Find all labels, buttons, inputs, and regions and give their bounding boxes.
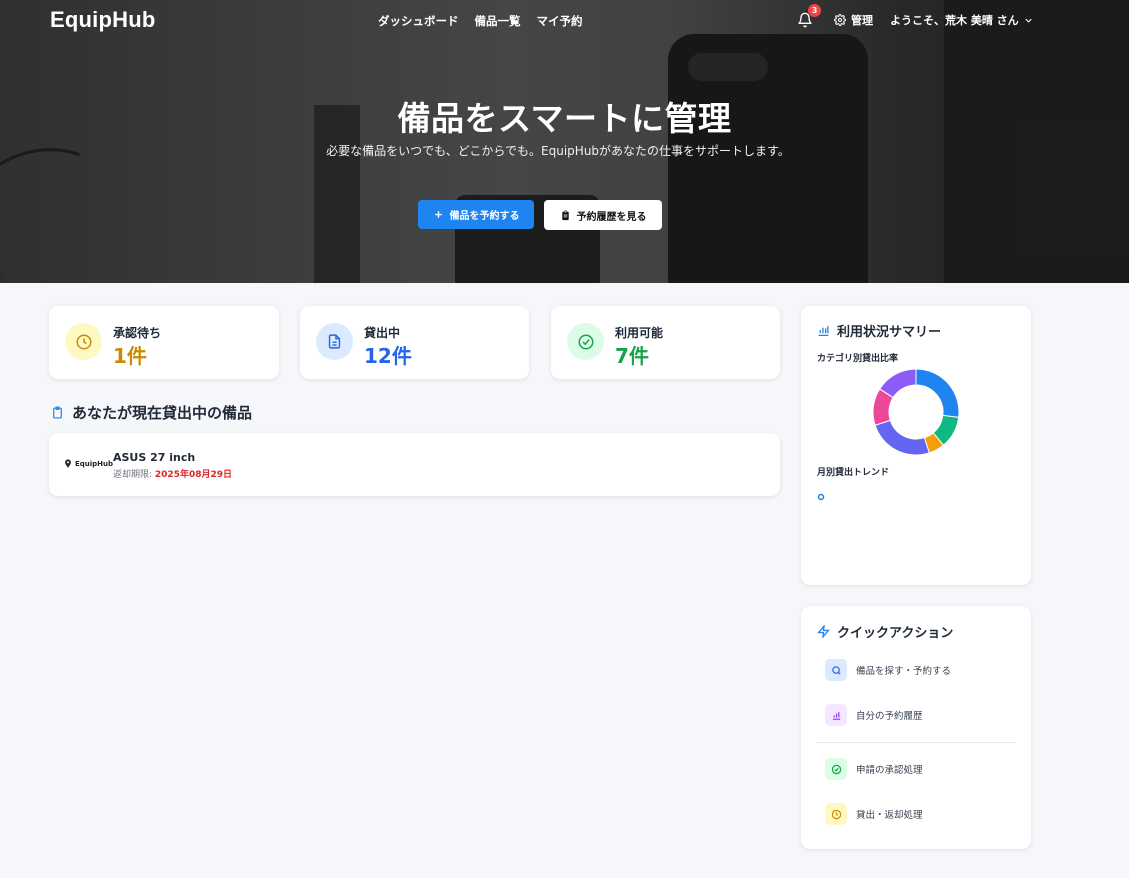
user-greeting: ようこそ、荒木 美晴 さん (890, 14, 1019, 27)
admin-link[interactable]: 管理 (834, 12, 873, 28)
quick-action-search-reserve[interactable]: 備品を探す・予約する (825, 659, 951, 681)
stat-label-on-loan: 貸出中 (364, 326, 401, 340)
stat-label-pending: 承認待ち (113, 326, 162, 340)
gear-icon (834, 14, 846, 26)
stat-value-on-loan: 12件 (364, 344, 412, 368)
stat-icon-bg (316, 323, 353, 360)
usage-summary-title: 利用状況サマリー (837, 325, 942, 340)
current-loans-heading: あなたが現在貸出中の備品 (51, 402, 252, 423)
search-icon (831, 665, 841, 675)
quick-actions-heading: クイックアクション (817, 622, 953, 641)
nav-link-equipment-list[interactable]: 備品一覧 (475, 13, 521, 29)
top-nav: EquipHub ダッシュボード 備品一覧 マイ予約 3 管理 ようこそ、荒木 … (0, 0, 1129, 40)
quick-actions-title: クイックアクション (837, 626, 954, 641)
clipboard-icon (561, 210, 569, 220)
hero-subtitle: 必要な備品をいつでも、どこからでも。EquipHubがあなたの仕事をサポートしま… (326, 144, 790, 158)
chevron-down-icon (1025, 18, 1032, 23)
stat-value-pending: 1件 (113, 344, 147, 368)
hero-section: EquipHub ダッシュボード 備品一覧 マイ予約 3 管理 ようこそ、荒木 … (0, 0, 1129, 283)
admin-label: 管理 (851, 14, 873, 27)
usage-summary-card: 利用状況サマリー カテゴリ別貸出比率 月別貸出トレンド (801, 306, 1031, 585)
quick-action-approvals[interactable]: 申請の承認処理 (825, 758, 923, 780)
check-circle-icon (831, 764, 841, 774)
map-pin-icon (65, 459, 71, 468)
current-loans-title: あなたが現在貸出中の備品 (72, 404, 253, 422)
usage-summary-heading: 利用状況サマリー (817, 321, 941, 340)
equipment-logo-text: EquipHub (75, 459, 114, 468)
clock-icon (831, 809, 841, 819)
equipment-logo: EquipHub (63, 458, 113, 469)
bar-chart-icon (818, 326, 829, 337)
stat-card-available[interactable]: 利用可能 7件 (551, 306, 780, 379)
qa-icon-bg (825, 803, 847, 825)
check-circle-icon (578, 334, 593, 349)
stat-icon-bg (567, 323, 604, 360)
stat-value-available: 7件 (615, 344, 649, 368)
qa-icon-bg (825, 758, 847, 780)
quick-actions-divider (817, 742, 1015, 743)
quick-actions-card: クイックアクション 備品を探す・予約する 自分の予約履歴 申請の承認処理 貸出・… (801, 606, 1031, 849)
clock-icon (76, 334, 91, 349)
lightning-icon (817, 625, 830, 638)
qa-label: 備品を探す・予約する (856, 666, 952, 677)
due-label: 返却期限: (113, 470, 155, 480)
monthly-trend-chart (817, 493, 825, 501)
nav-links: ダッシュボード 備品一覧 マイ予約 (378, 13, 583, 29)
stat-icon-bg (65, 323, 102, 360)
qa-label: 自分の予約履歴 (856, 711, 923, 722)
quick-action-reservation-history[interactable]: 自分の予約履歴 (825, 704, 923, 726)
equipment-name[interactable]: ASUS 27 inch (113, 451, 195, 464)
view-history-button[interactable]: 予約履歴を見る (544, 200, 662, 230)
stat-card-pending[interactable]: 承認待ち 1件 (49, 306, 279, 379)
stat-label-available: 利用可能 (615, 326, 664, 340)
trend-point (817, 493, 825, 501)
clipboard-icon (53, 406, 62, 419)
monthly-trend-label: 月別貸出トレンド (817, 468, 890, 478)
nav-link-my-reservations[interactable]: マイ予約 (537, 13, 583, 29)
donut-slice (915, 368, 960, 418)
bar-chart-icon (832, 711, 840, 720)
view-history-label: 予約履歴を見る (576, 211, 647, 223)
qa-label: 申請の承認処理 (856, 765, 923, 776)
category-donut-chart (872, 368, 960, 456)
reserve-equipment-button[interactable]: 備品を予約する (418, 200, 534, 229)
qa-label: 貸出・返却処理 (856, 810, 923, 821)
donut-slice (874, 419, 930, 456)
nav-link-dashboard[interactable]: ダッシュボード (378, 13, 459, 29)
app-logo[interactable]: EquipHub (50, 7, 155, 33)
due-date: 2025年08月29日 (154, 470, 233, 480)
qa-icon-bg (825, 659, 847, 681)
stat-card-on-loan[interactable]: 貸出中 12件 (300, 306, 529, 379)
document-icon (328, 334, 341, 349)
quick-action-checkout-return[interactable]: 貸出・返却処理 (825, 803, 923, 825)
notification-badge: 3 (808, 4, 821, 17)
category-ratio-label: カテゴリ別貸出比率 (817, 354, 899, 364)
equipment-due: 返却期限: 2025年08月29日 (113, 467, 232, 480)
hero-title: 備品をスマートに管理 (397, 99, 732, 138)
plus-icon (434, 211, 442, 218)
loan-item-card[interactable] (49, 433, 780, 496)
user-menu[interactable]: ようこそ、荒木 美晴 さん (890, 12, 1034, 28)
qa-icon-bg (825, 704, 847, 726)
reserve-equipment-label: 備品を予約する (449, 211, 520, 222)
